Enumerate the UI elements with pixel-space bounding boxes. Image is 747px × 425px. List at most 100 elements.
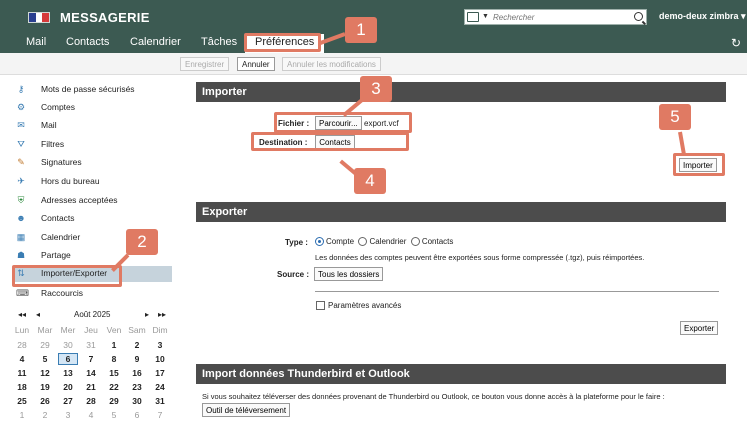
toolbar: Enregistrer Annuler Annuler les modifica…: [0, 53, 747, 75]
calendar-day[interactable]: 7: [150, 410, 170, 420]
radio-icon[interactable]: [358, 237, 368, 246]
calendar-day[interactable]: 21: [81, 382, 101, 392]
tab-tasks[interactable]: Tâches: [201, 36, 237, 48]
sidebar-item-out-of-office[interactable]: ✈ Hors du bureau: [14, 174, 172, 190]
sidebar-item-contacts[interactable]: ☻ Contacts: [14, 211, 172, 227]
weekday-label: Ven: [106, 325, 122, 335]
search-icon[interactable]: [634, 12, 643, 21]
calendar-day[interactable]: 6: [127, 410, 147, 420]
sidebar-item-accounts[interactable]: ⚙ Comptes: [14, 100, 172, 116]
upload-tool-button[interactable]: Outil de téléversement: [202, 403, 291, 417]
radio-icon[interactable]: [315, 237, 324, 246]
calendar-day[interactable]: 15: [104, 368, 124, 378]
calendar-week-row: 4 5 6 7 8 9 10: [8, 353, 176, 366]
highlight-destination: [251, 132, 409, 151]
calendar-day[interactable]: 1: [12, 410, 32, 420]
tab-contacts[interactable]: Contacts: [66, 36, 109, 48]
calendar-day[interactable]: 24: [150, 382, 170, 392]
annotation-badge-2: 2: [126, 229, 158, 255]
shield-icon: ⛨: [17, 195, 25, 205]
calendar-day[interactable]: 31: [81, 340, 101, 350]
sidebar-item-mail[interactable]: ✉ Mail: [14, 118, 172, 134]
calendar-day[interactable]: 9: [127, 354, 147, 364]
calendar-day[interactable]: 28: [12, 340, 32, 350]
save-button[interactable]: Enregistrer: [180, 57, 230, 71]
calendar-day[interactable]: 29: [35, 340, 55, 350]
calendar-day[interactable]: 6: [58, 353, 78, 365]
mail-icon: ✉: [17, 120, 25, 130]
calendar-day[interactable]: 1: [104, 340, 124, 350]
calendar-month: Août 2025: [74, 310, 111, 319]
calendar-week-row: 1234567: [8, 409, 176, 422]
weekday-label: Dim: [152, 325, 168, 335]
calendar-day[interactable]: 14: [81, 368, 101, 378]
weekday-label: Sam: [128, 325, 146, 335]
calendar-day[interactable]: 31: [150, 396, 170, 406]
sidebar-item-passwords[interactable]: ⚷ Mots de passe sécurisés: [14, 82, 172, 98]
chevron-down-icon[interactable]: ▼: [482, 13, 489, 20]
type-label: Type :: [285, 238, 308, 247]
sidebar-item-signatures[interactable]: ✎ Signatures: [14, 155, 172, 171]
type-option-contacts[interactable]: Contacts: [410, 237, 453, 246]
calendar-day[interactable]: 27: [58, 396, 78, 406]
search-box[interactable]: ▼: [464, 9, 647, 25]
calendar-day[interactable]: 18: [12, 382, 32, 392]
calendar-day[interactable]: 2: [127, 340, 147, 350]
calendar-day[interactable]: 19: [35, 382, 55, 392]
export-section-title: Exporter: [196, 202, 726, 222]
calendar-day[interactable]: 17: [150, 368, 170, 378]
calendar-day[interactable]: 3: [58, 410, 78, 420]
calendar-day[interactable]: 3: [150, 340, 170, 350]
highlight-preferences: [244, 33, 321, 52]
search-input[interactable]: [493, 11, 633, 23]
calendar-day[interactable]: 13: [58, 368, 78, 378]
tab-calendar[interactable]: Calendrier: [130, 36, 181, 48]
calendar-day[interactable]: 26: [35, 396, 55, 406]
sidebar-item-shortcuts[interactable]: ⌨ Raccourcis: [14, 286, 172, 302]
prev-year-icon[interactable]: ◂◂: [18, 310, 26, 319]
calendar-day[interactable]: 2: [35, 410, 55, 420]
cancel-changes-button[interactable]: Annuler les modifications: [282, 57, 381, 71]
calendar-day[interactable]: 20: [58, 382, 78, 392]
signature-icon: ✎: [17, 157, 25, 167]
accounts-icon: ⚙: [16, 102, 26, 112]
calendar-day[interactable]: 30: [127, 396, 147, 406]
calendar-day[interactable]: 8: [104, 354, 124, 364]
calendar-day[interactable]: 5: [35, 354, 55, 364]
search-type-icon[interactable]: [467, 12, 479, 22]
type-option-account[interactable]: Compte: [315, 237, 354, 246]
calendar-day[interactable]: 7: [81, 354, 101, 364]
calendar-week-row: 18 19 20 21 22 23 24: [8, 381, 176, 394]
calendar-day[interactable]: 25: [12, 396, 32, 406]
calendar-day[interactable]: 4: [81, 410, 101, 420]
all-folders-button[interactable]: Tous les dossiers: [314, 267, 384, 281]
calendar-day[interactable]: 5: [104, 410, 124, 420]
cancel-button[interactable]: Annuler: [237, 57, 275, 71]
calendar-day[interactable]: 4: [12, 354, 32, 364]
type-option-calendar[interactable]: Calendrier: [358, 237, 406, 246]
calendar-day[interactable]: 29: [104, 396, 124, 406]
calendar-day[interactable]: 22: [104, 382, 124, 392]
calendar-day[interactable]: 10: [150, 354, 170, 364]
calendar-day[interactable]: 28: [81, 396, 101, 406]
next-year-icon[interactable]: ▸▸: [158, 310, 166, 319]
advanced-checkbox[interactable]: [316, 301, 325, 310]
refresh-icon[interactable]: ↻: [731, 36, 741, 50]
radio-icon[interactable]: [410, 237, 420, 246]
calendar-week-row: 25 26 27 28 29 30 31: [8, 395, 176, 408]
calendar-day[interactable]: 11: [12, 368, 32, 378]
user-menu[interactable]: demo-deux zimbra ▾: [659, 11, 746, 22]
divider: [315, 291, 719, 292]
calendar-day[interactable]: 23: [127, 382, 147, 392]
sidebar-item-filters[interactable]: ⛛ Filtres: [14, 137, 172, 153]
tab-mail[interactable]: Mail: [26, 36, 46, 48]
prev-month-icon[interactable]: ◂: [36, 310, 40, 319]
calendar-day[interactable]: 12: [35, 368, 55, 378]
calendar-day[interactable]: 16: [127, 368, 147, 378]
advanced-label: Paramètres avancés: [328, 301, 402, 310]
export-button[interactable]: Exporter: [680, 321, 719, 335]
calendar-day[interactable]: 30: [58, 340, 78, 350]
sidebar-item-accepted-addresses[interactable]: ⛨ Adresses acceptées: [14, 193, 172, 209]
calendar-icon: ▦: [16, 232, 26, 242]
next-month-icon[interactable]: ▸: [145, 310, 149, 319]
